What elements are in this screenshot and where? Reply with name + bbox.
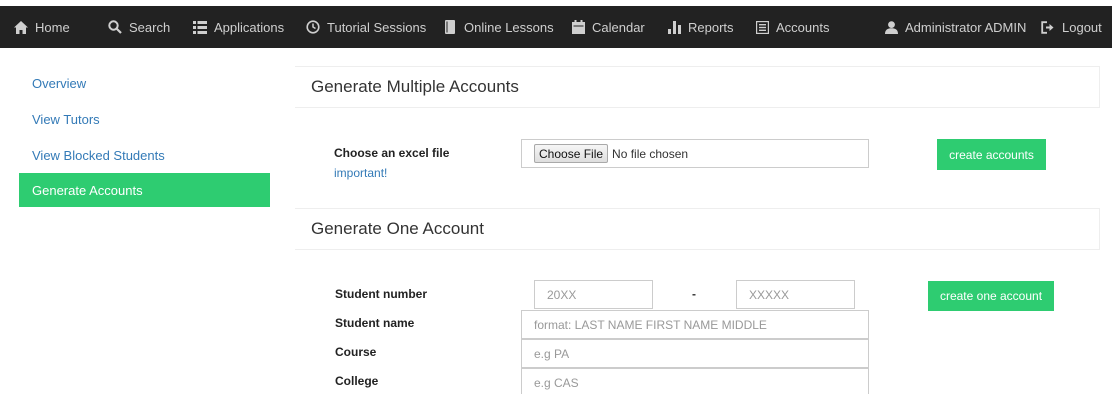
book-icon <box>443 20 457 34</box>
nav-online-lessons[interactable]: Online Lessons <box>443 6 554 48</box>
panel-title: Generate Multiple Accounts <box>311 77 519 96</box>
nav-tutorial-sessions[interactable]: Tutorial Sessions <box>306 6 426 48</box>
list-alt-icon <box>755 20 769 34</box>
nav-accounts[interactable]: Accounts <box>755 6 829 48</box>
sidebar-item-view-tutors[interactable]: View Tutors <box>19 102 270 136</box>
nav-home-label: Home <box>35 19 70 35</box>
nav-logout-label: Logout <box>1062 19 1102 35</box>
student-number-label: Student number <box>335 287 427 301</box>
nav-home[interactable]: Home <box>14 6 70 48</box>
student-serial-input[interactable]: XXXXX <box>736 280 855 309</box>
college-label: College <box>335 374 379 388</box>
sidebar-item-view-blocked-students[interactable]: View Blocked Students <box>19 138 270 172</box>
no-file-chosen-text: No file chosen <box>612 146 689 161</box>
student-number-dash: - <box>692 287 696 301</box>
nav-calendar-label: Calendar <box>592 19 645 35</box>
sidebar-item-generate-accounts[interactable]: Generate Accounts <box>19 173 270 207</box>
nav-applications-label: Applications <box>214 19 285 35</box>
one-account-panel-title: Generate One Account <box>295 208 1100 250</box>
student-year-input[interactable]: 20XX <box>534 280 653 309</box>
nav-tutorial-sessions-label: Tutorial Sessions <box>327 19 427 35</box>
nav-search[interactable]: Search <box>108 6 170 48</box>
nav-user-label: Administrator ADMIN <box>905 19 1027 35</box>
nav-search-label: Search <box>129 19 171 35</box>
student-name-label: Student name <box>335 316 415 330</box>
search-icon <box>108 20 122 34</box>
nav-user[interactable]: Administrator ADMIN <box>884 6 1026 48</box>
home-icon <box>14 20 28 34</box>
sidebar-item-overview[interactable]: Overview <box>19 66 270 100</box>
multiple-accounts-panel-title: Generate Multiple Accounts <box>295 66 1100 108</box>
create-one-account-button[interactable]: create one account <box>928 281 1054 311</box>
bar-chart-icon <box>667 20 681 34</box>
nav-reports[interactable]: Reports <box>667 6 734 48</box>
nav-applications[interactable]: Applications <box>193 6 284 48</box>
nav-calendar[interactable]: Calendar <box>571 6 645 48</box>
list-icon <box>193 20 207 34</box>
clock-icon <box>306 20 320 34</box>
logout-icon <box>1041 20 1055 34</box>
user-icon <box>884 20 898 34</box>
important-link[interactable]: important! <box>334 166 387 180</box>
top-navbar: Home Search Applications Tutorial Sessio… <box>0 6 1112 48</box>
course-input[interactable]: e.g PA <box>521 339 869 368</box>
sidebar-item-label: Overview <box>32 75 87 91</box>
college-input[interactable]: e.g CAS <box>521 368 869 394</box>
student-name-input[interactable]: format: LAST NAME FIRST NAME MIDDLE <box>521 310 869 339</box>
course-label: Course <box>335 345 377 359</box>
nav-accounts-label: Accounts <box>776 19 830 35</box>
sidebar-item-label: Generate Accounts <box>32 182 143 198</box>
nav-reports-label: Reports <box>688 19 734 35</box>
sidebar-item-label: View Tutors <box>32 111 100 127</box>
nav-logout[interactable]: Logout <box>1041 6 1102 48</box>
excel-file-label: Choose an excel file <box>334 146 450 160</box>
calendar-icon <box>571 20 585 34</box>
choose-file-button[interactable]: Choose File <box>534 144 609 163</box>
create-accounts-button[interactable]: create accounts <box>937 139 1046 170</box>
excel-file-input[interactable]: Choose File No file chosen <box>521 139 869 168</box>
sidebar-item-label: View Blocked Students <box>32 147 165 163</box>
nav-online-lessons-label: Online Lessons <box>464 19 554 35</box>
panel-title: Generate One Account <box>311 219 484 238</box>
